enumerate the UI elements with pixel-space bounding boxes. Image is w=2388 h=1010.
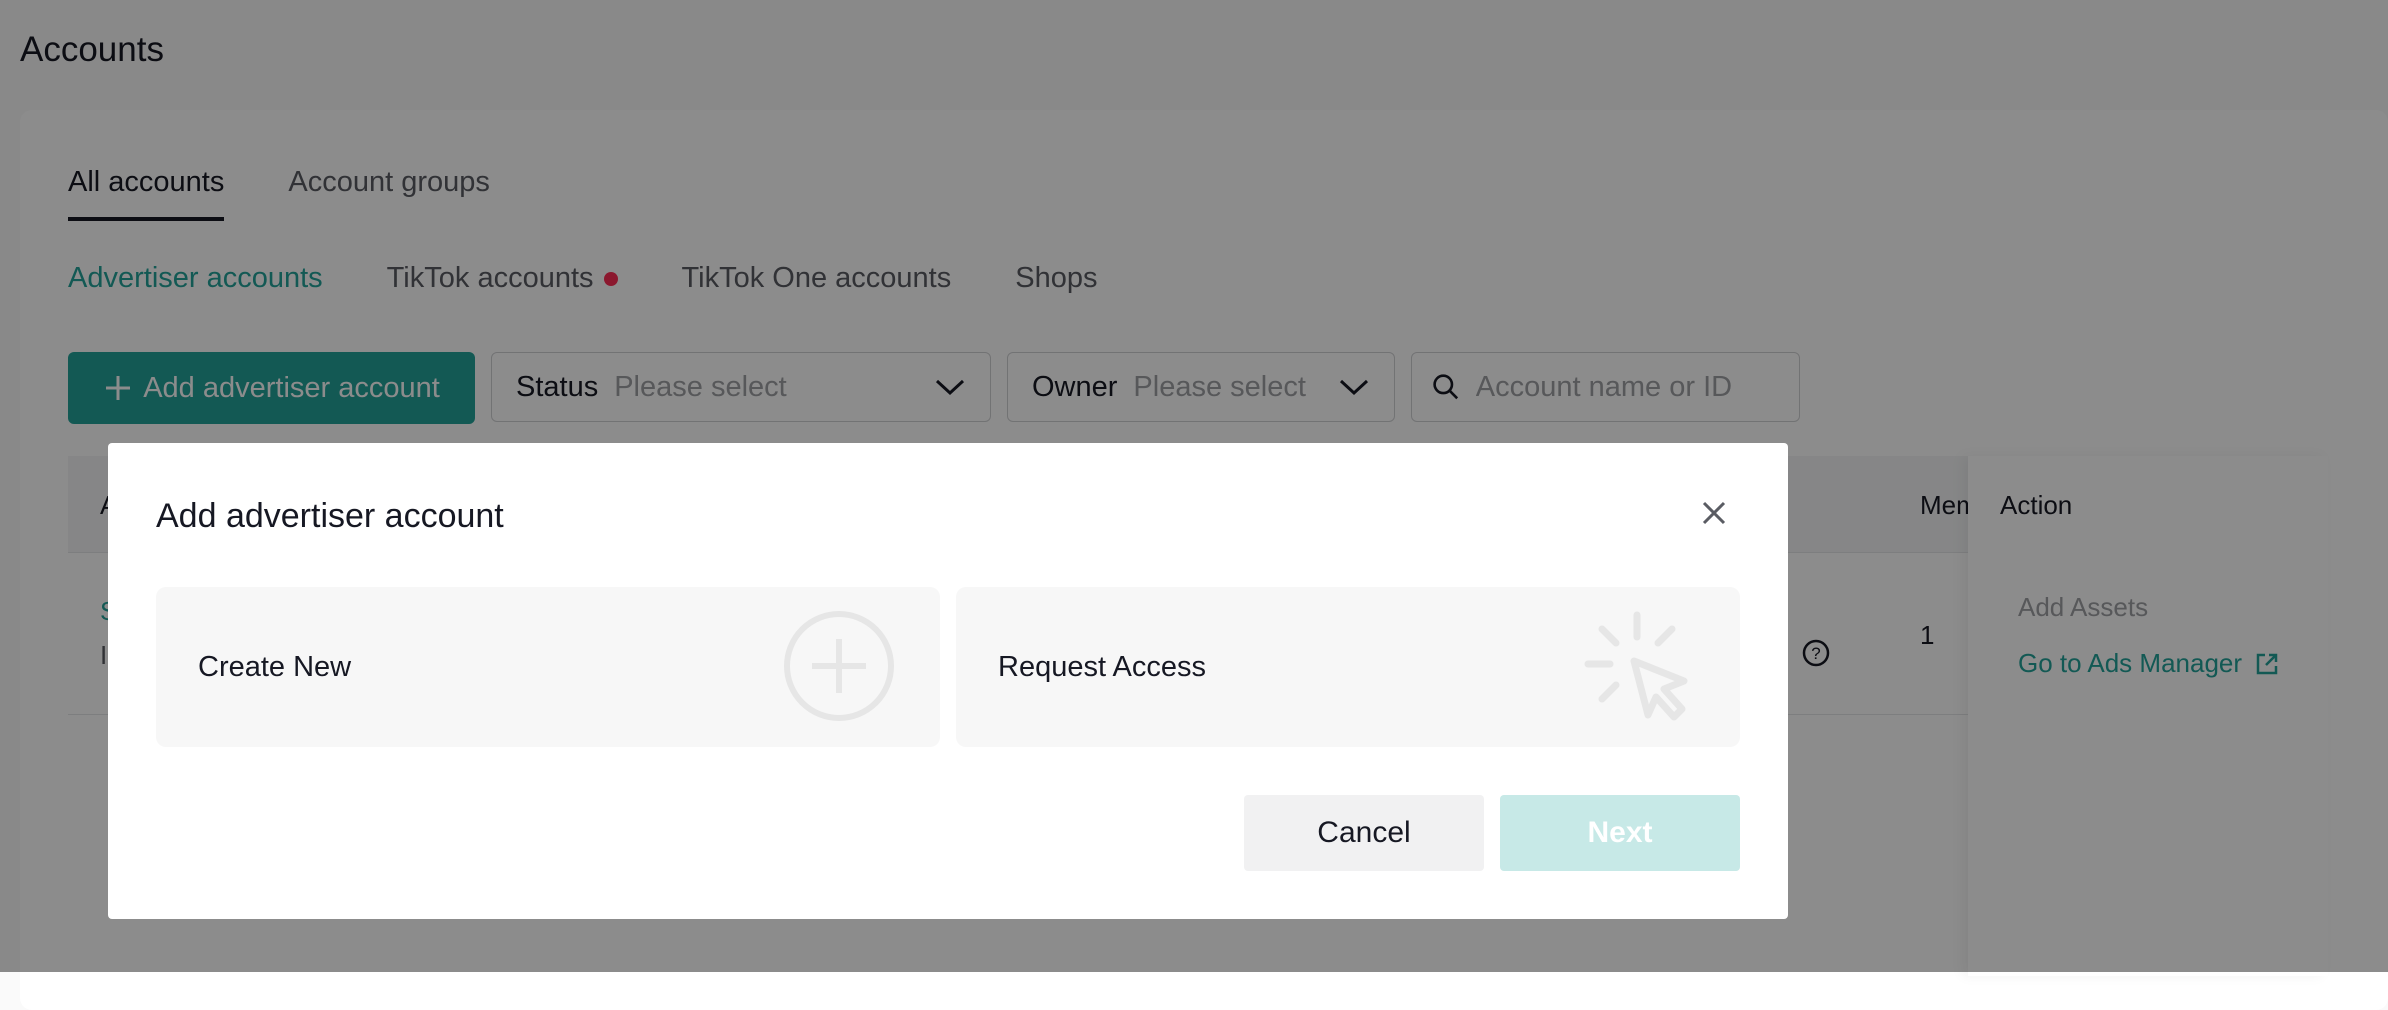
add-advertiser-account-dialog: Add advertiser account Create New Reques…: [108, 443, 1788, 919]
option-create-new-label: Create New: [198, 651, 352, 683]
cancel-button[interactable]: Cancel: [1244, 795, 1484, 871]
plus-circle-icon: [784, 611, 894, 721]
dialog-title: Add advertiser account: [156, 497, 504, 535]
cursor-click-icon: [1584, 611, 1688, 721]
next-button[interactable]: Next: [1500, 795, 1740, 871]
close-icon[interactable]: [1696, 495, 1732, 531]
option-create-new[interactable]: Create New: [156, 587, 940, 747]
option-request-access-label: Request Access: [998, 651, 1206, 683]
option-request-access[interactable]: Request Access: [956, 587, 1740, 747]
